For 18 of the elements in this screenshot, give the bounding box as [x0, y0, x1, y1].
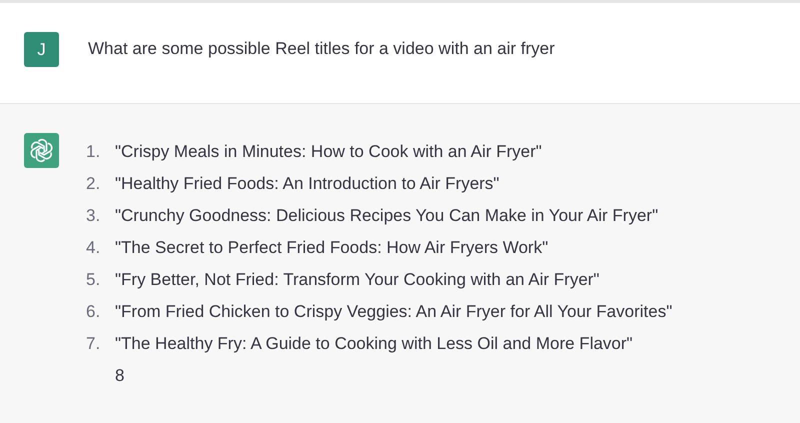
- partial-response-text: 8: [115, 365, 124, 387]
- user-avatar: J: [24, 32, 59, 67]
- list-item-text: "From Fried Chicken to Crispy Veggies: An Air Fryer for All Your Favorites": [115, 301, 672, 323]
- list-item-text: "The Secret to Perfect Fried Foods: How Air Fryers Work": [115, 237, 548, 259]
- list-item-text: "Healthy Fried Foods: An Introduction to Air Fryers": [115, 173, 500, 195]
- list-item-text: "Fry Better, Not Fried: Transform Your Cooking with an Air Fryer": [115, 269, 600, 291]
- list-item-text: "The Healthy Fry: A Guide to Cooking with Less Oil and More Flavor": [115, 333, 633, 355]
- list-number: 3.: [86, 205, 102, 227]
- list-number: 5.: [86, 269, 102, 291]
- user-message-text: What are some possible Reel titles for a video with an air fryer: [88, 38, 555, 60]
- list-item-text: "Crunchy Goodness: Delicious Recipes You Can Make in Your Air Fryer": [115, 205, 658, 227]
- list-item-text: "Crispy Meals in Minutes: How to Cook with an Air Fryer": [115, 141, 542, 163]
- list-number: 2.: [86, 173, 102, 195]
- list-number: 6.: [86, 301, 102, 323]
- list-number: 7.: [86, 333, 102, 355]
- list-number: 4.: [86, 237, 102, 259]
- assistant-logo-icon: [24, 133, 59, 168]
- list-number: 1.: [86, 141, 102, 163]
